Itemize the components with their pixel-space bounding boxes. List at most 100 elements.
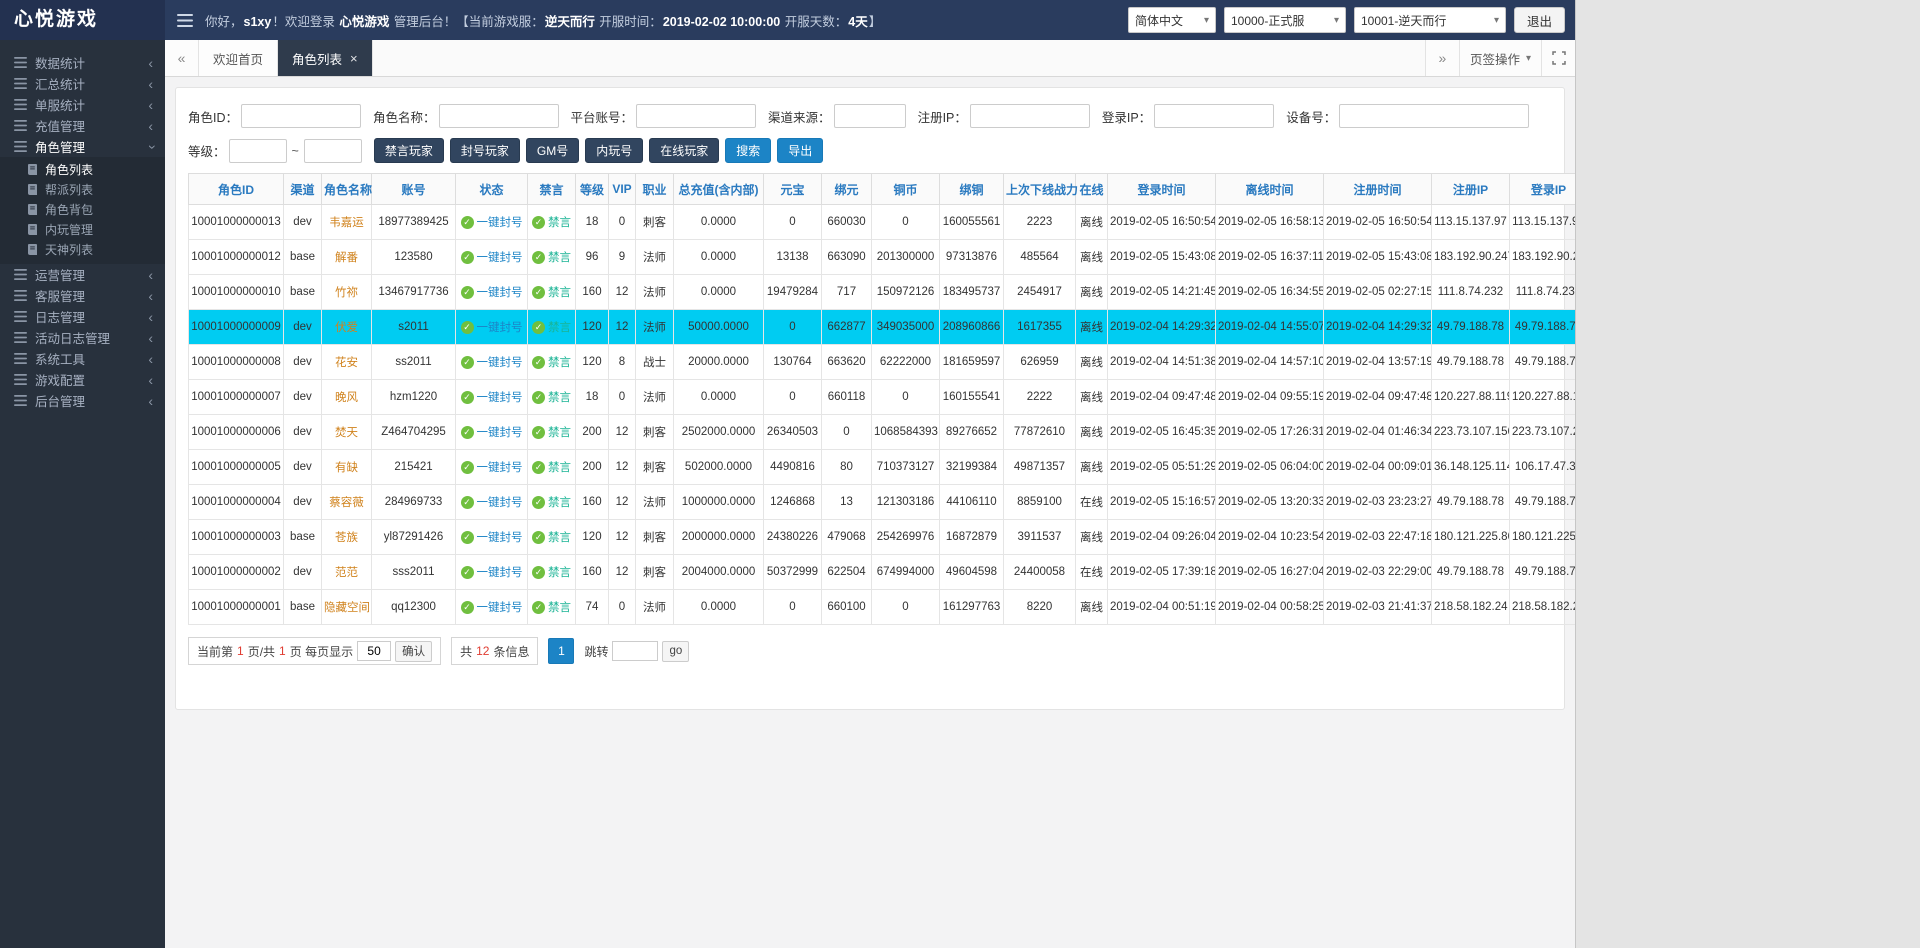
column-header-3[interactable]: 角色名称: [322, 174, 372, 205]
ban-action-link[interactable]: 一键封号: [477, 532, 523, 544]
mute-action-link[interactable]: 禁言: [548, 567, 571, 579]
tabs-scroll-right-button[interactable]: »: [1425, 40, 1459, 76]
sidebar-group-2[interactable]: 汇总统计‹: [0, 73, 165, 94]
column-header-2[interactable]: 渠道: [284, 174, 322, 205]
sidebar-group-7[interactable]: 客服管理‹: [0, 285, 165, 306]
search-button[interactable]: 搜索: [725, 138, 771, 163]
mute-action-link[interactable]: 禁言: [548, 217, 571, 229]
logout-button[interactable]: 退出: [1514, 7, 1565, 33]
sidebar-group-10[interactable]: 系统工具‹: [0, 348, 165, 369]
filter-input-1[interactable]: [241, 104, 361, 128]
column-header-1[interactable]: 角色ID: [189, 174, 284, 205]
ban-action-link[interactable]: 一键封号: [477, 602, 523, 614]
filter-input-7[interactable]: [1339, 104, 1529, 128]
tab-welcome[interactable]: 欢迎首页: [199, 40, 278, 76]
export-button[interactable]: 导出: [777, 138, 823, 163]
table-row[interactable]: 10001000000005dev有缺215421✓一键封号✓禁言20012刺客…: [189, 450, 1576, 485]
mute-action-link[interactable]: 禁言: [548, 427, 571, 439]
ban-action-link[interactable]: 一键封号: [477, 252, 523, 264]
column-header-20[interactable]: 注册IP: [1432, 174, 1510, 205]
sidebar-group-4[interactable]: 充值管理‹: [0, 115, 165, 136]
table-row[interactable]: 10001000000007dev晚风hzm1220✓一键封号✓禁言180法师0…: [189, 380, 1576, 415]
internal-account-button[interactable]: 内玩号: [585, 138, 643, 163]
sidebar-group-12[interactable]: 后台管理‹: [0, 390, 165, 411]
role-name-link[interactable]: 蔡容薇: [329, 497, 364, 509]
mute-action-link[interactable]: 禁言: [548, 462, 571, 474]
ban-action-link[interactable]: 一键封号: [477, 427, 523, 439]
tab-operations-dropdown[interactable]: 页签操作▾: [1459, 40, 1541, 76]
column-header-16[interactable]: 在线: [1076, 174, 1108, 205]
column-header-8[interactable]: VIP: [609, 174, 636, 205]
sidebar-group-9[interactable]: 活动日志管理‹: [0, 327, 165, 348]
filter-input-5[interactable]: [970, 104, 1090, 128]
role-name-link[interactable]: 苍族: [335, 532, 358, 544]
table-row[interactable]: 10001000000008dev花安ss2011✓一键封号✓禁言1208战士2…: [189, 345, 1576, 380]
game-server-select[interactable]: 10001-逆天而行: [1354, 7, 1506, 33]
sidebar-subitem-2[interactable]: 帮派列表: [0, 179, 165, 199]
page-1-button[interactable]: 1: [548, 638, 574, 664]
column-header-4[interactable]: 账号: [372, 174, 456, 205]
sidebar-subitem-3[interactable]: 角色背包: [0, 199, 165, 219]
column-header-18[interactable]: 离线时间: [1216, 174, 1324, 205]
online-players-button[interactable]: 在线玩家: [649, 138, 719, 163]
column-header-9[interactable]: 职业: [636, 174, 674, 205]
role-name-link[interactable]: 伏爱: [335, 322, 358, 334]
column-header-12[interactable]: 绑元: [822, 174, 872, 205]
column-header-19[interactable]: 注册时间: [1324, 174, 1432, 205]
table-row[interactable]: 10001000000004dev蔡容薇284969733✓一键封号✓禁言160…: [189, 485, 1576, 520]
role-name-link[interactable]: 隐藏空间: [324, 602, 370, 614]
sidebar-subitem-4[interactable]: 内玩管理: [0, 219, 165, 239]
role-name-link[interactable]: 有缺: [335, 462, 358, 474]
ban-action-link[interactable]: 一键封号: [477, 322, 523, 334]
mute-action-link[interactable]: 禁言: [548, 602, 571, 614]
ban-action-link[interactable]: 一键封号: [477, 217, 523, 229]
language-select[interactable]: 简体中文: [1128, 7, 1216, 33]
gm-account-button[interactable]: GM号: [526, 138, 579, 163]
page-size-input[interactable]: [357, 641, 391, 661]
role-name-link[interactable]: 解番: [335, 252, 358, 264]
column-header-5[interactable]: 状态: [456, 174, 528, 205]
ban-action-link[interactable]: 一键封号: [477, 567, 523, 579]
table-row[interactable]: 10001000000010base竹祢13467917736✓一键封号✓禁言1…: [189, 275, 1576, 310]
column-header-21[interactable]: 登录IP: [1510, 174, 1576, 205]
mute-action-link[interactable]: 禁言: [548, 252, 571, 264]
tabs-scroll-left-button[interactable]: «: [165, 40, 199, 76]
role-name-link[interactable]: 晚风: [335, 392, 358, 404]
table-row[interactable]: 10001000000002dev范范sss2011✓一键封号✓禁言16012刺…: [189, 555, 1576, 590]
role-name-link[interactable]: 范范: [335, 567, 358, 579]
column-header-6[interactable]: 禁言: [528, 174, 576, 205]
menu-toggle-icon[interactable]: [177, 14, 193, 27]
ban-players-button[interactable]: 封号玩家: [450, 138, 520, 163]
sidebar-subitem-1[interactable]: 角色列表: [0, 159, 165, 179]
sidebar-subitem-5[interactable]: 天神列表: [0, 239, 165, 259]
ban-action-link[interactable]: 一键封号: [477, 357, 523, 369]
ban-action-link[interactable]: 一键封号: [477, 497, 523, 509]
column-header-7[interactable]: 等级: [576, 174, 609, 205]
role-name-link[interactable]: 竹祢: [335, 287, 358, 299]
sidebar-group-8[interactable]: 日志管理‹: [0, 306, 165, 327]
column-header-10[interactable]: 总充值(含内部): [674, 174, 764, 205]
fullscreen-button[interactable]: [1541, 40, 1575, 76]
sidebar-group-11[interactable]: 游戏配置‹: [0, 369, 165, 390]
column-header-17[interactable]: 登录时间: [1108, 174, 1216, 205]
ban-action-link[interactable]: 一键封号: [477, 392, 523, 404]
ban-action-link[interactable]: 一键封号: [477, 287, 523, 299]
column-header-14[interactable]: 绑铜: [940, 174, 1004, 205]
mute-action-link[interactable]: 禁言: [548, 322, 571, 334]
table-row[interactable]: 10001000000012base解番123580✓一键封号✓禁言969法师0…: [189, 240, 1576, 275]
mute-action-link[interactable]: 禁言: [548, 357, 571, 369]
filter-input-6[interactable]: [1154, 104, 1274, 128]
table-row[interactable]: 10001000000013dev韦嘉运18977389425✓一键封号✓禁言1…: [189, 205, 1576, 240]
server-type-select[interactable]: 10000-正式服: [1224, 7, 1346, 33]
table-row[interactable]: 10001000000009dev伏爱s2011✓一键封号✓禁言12012法师5…: [189, 310, 1576, 345]
mute-action-link[interactable]: 禁言: [548, 532, 571, 544]
mute-action-link[interactable]: 禁言: [548, 392, 571, 404]
table-row[interactable]: 10001000000003base苍族yl87291426✓一键封号✓禁言12…: [189, 520, 1576, 555]
sidebar-group-5[interactable]: 角色管理‹: [0, 136, 165, 157]
column-header-15[interactable]: 上次下线战力: [1004, 174, 1076, 205]
ban-action-link[interactable]: 一键封号: [477, 462, 523, 474]
sidebar-group-6[interactable]: 运营管理‹: [0, 264, 165, 285]
filter-input-4[interactable]: [834, 104, 906, 128]
column-header-11[interactable]: 元宝: [764, 174, 822, 205]
table-row[interactable]: 10001000000006dev焚天Z464704295✓一键封号✓禁言200…: [189, 415, 1576, 450]
